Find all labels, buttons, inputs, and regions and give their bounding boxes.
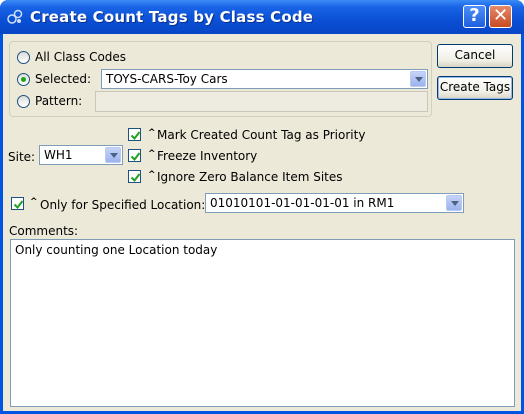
- ignore-zero-label: Ignore Zero Balance Item Sites: [157, 170, 343, 184]
- class-code-group: All Class Codes Selected: TOYS-CARS-Toy …: [9, 41, 432, 117]
- comments-text: Only counting one Location today: [15, 243, 218, 257]
- close-button[interactable]: ✕: [489, 5, 512, 28]
- check-icon: [130, 131, 141, 141]
- chevron-down-icon[interactable]: [446, 195, 462, 211]
- site-select[interactable]: WH1: [39, 145, 123, 165]
- site-label: Site:: [8, 150, 36, 164]
- all-class-codes-radio[interactable]: [17, 51, 30, 64]
- location-checkbox[interactable]: [11, 197, 24, 210]
- all-class-codes-label: All Class Codes: [35, 50, 127, 64]
- help-icon: ?: [469, 5, 480, 26]
- freeze-inventory-label: Freeze Inventory: [157, 149, 258, 163]
- selected-label: Selected:: [35, 72, 92, 86]
- class-code-value: TOYS-CARS-Toy Cars: [106, 72, 228, 86]
- mark-priority-checkbox[interactable]: [128, 128, 141, 141]
- freeze-caret: ^: [148, 149, 156, 159]
- pattern-label: Pattern:: [35, 94, 83, 108]
- dialog-window: Create Count Tags by Class Code ? ✕ All …: [0, 0, 524, 414]
- ignore-zero-caret: ^: [148, 170, 156, 180]
- title-bar[interactable]: Create Count Tags by Class Code ? ✕: [0, 0, 524, 34]
- pattern-radio[interactable]: [17, 95, 30, 108]
- location-value: 01010101-01-01-01-01 in RM1: [210, 196, 395, 210]
- cancel-button[interactable]: Cancel: [437, 44, 513, 68]
- check-icon: [13, 200, 24, 210]
- cancel-label: Cancel: [454, 48, 496, 62]
- chevron-down-icon[interactable]: [410, 71, 426, 87]
- comments-textarea[interactable]: Only counting one Location today: [10, 239, 515, 407]
- close-icon: ✕: [492, 5, 509, 26]
- freeze-inventory-checkbox[interactable]: [128, 149, 141, 162]
- help-button[interactable]: ?: [463, 5, 486, 28]
- create-tags-label: Create Tags: [439, 80, 511, 94]
- location-select[interactable]: 01010101-01-01-01-01 in RM1: [205, 193, 464, 213]
- chevron-down-icon[interactable]: [105, 147, 121, 163]
- create-tags-button[interactable]: Create Tags: [437, 76, 513, 100]
- app-icon: [6, 8, 24, 26]
- comments-label: Comments:: [9, 224, 79, 238]
- location-label: Only for Specified Location:: [40, 198, 206, 212]
- selected-radio[interactable]: [17, 73, 30, 86]
- check-icon: [130, 173, 141, 183]
- window-title: Create Count Tags by Class Code: [30, 8, 314, 26]
- location-caret: ^: [30, 197, 38, 207]
- pattern-input[interactable]: [95, 91, 428, 112]
- site-value: WH1: [44, 148, 73, 162]
- priority-caret: ^: [148, 128, 156, 138]
- mark-priority-label: Mark Created Count Tag as Priority: [157, 128, 366, 142]
- ignore-zero-checkbox[interactable]: [128, 170, 141, 183]
- check-icon: [130, 152, 141, 162]
- class-code-select[interactable]: TOYS-CARS-Toy Cars: [101, 69, 428, 89]
- dialog-body: All Class Codes Selected: TOYS-CARS-Toy …: [3, 34, 521, 411]
